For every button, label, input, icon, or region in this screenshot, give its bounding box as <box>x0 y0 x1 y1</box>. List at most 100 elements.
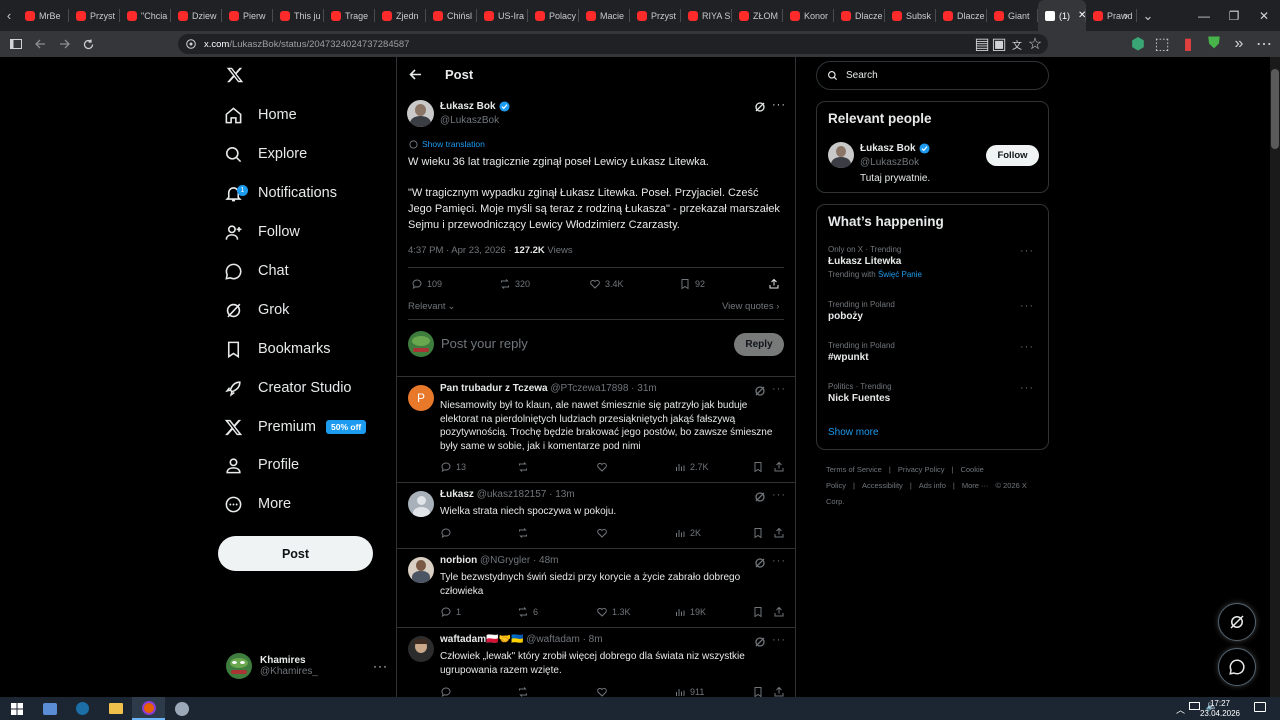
reply-item[interactable]: norbion @NGrygler · 48m ··· Tyle bezwsty… <box>397 549 795 628</box>
trend-item[interactable]: Trending in Poland #wpunkt ··· <box>828 341 1040 363</box>
close-window-icon[interactable]: ✕ <box>1248 0 1280 31</box>
reply-handle[interactable]: @ukasz182157 <box>477 489 547 500</box>
reply-comment-action[interactable] <box>440 686 452 697</box>
browser-tab[interactable]: This ju <box>273 0 324 31</box>
tab-close-icon[interactable]: ✕ <box>1078 10 1086 21</box>
forward-icon[interactable] <box>52 31 76 57</box>
browser-tab[interactable]: Macie <box>579 0 630 31</box>
more-tools-icon[interactable]: » <box>1231 35 1247 52</box>
firefox-icon[interactable] <box>132 697 165 720</box>
like-action[interactable]: 3.4K <box>589 278 624 290</box>
taskbar-app2-icon[interactable] <box>165 697 198 720</box>
address-bar[interactable]: x.com/LukaszBok/status/20473240247372845… <box>178 34 1048 54</box>
minimize-icon[interactable]: — <box>1188 0 1220 31</box>
nav-profile[interactable]: Profile <box>224 450 299 480</box>
reply-author[interactable]: Pan trubadur z Tczewa <box>440 383 548 394</box>
browser-tab[interactable]: Zjedn <box>375 0 426 31</box>
reply-more-icon[interactable]: ··· <box>772 634 786 646</box>
browser-tab[interactable]: Dlacze <box>834 0 885 31</box>
notification-center-icon[interactable] <box>1254 702 1266 712</box>
reply-avatar[interactable] <box>408 491 434 517</box>
browser-menu-icon[interactable]: ⋯ <box>1256 36 1272 53</box>
reply-more-icon[interactable]: ··· <box>772 555 786 567</box>
grok-explain-icon[interactable] <box>754 557 766 569</box>
trend-more-icon[interactable]: ··· <box>1020 245 1034 257</box>
tab-scroll-right-icon[interactable]: › <box>1117 0 1135 31</box>
post-button[interactable]: Post <box>218 536 373 571</box>
browser-tab[interactable]: Trage <box>324 0 375 31</box>
footer-link[interactable]: Terms of Service <box>826 465 882 474</box>
bookmark-action[interactable]: 92 <box>679 278 705 290</box>
browser-tab[interactable]: "Chcia <box>120 0 171 31</box>
browser-tab[interactable]: Chińsl <box>426 0 477 31</box>
reply-repost-action[interactable] <box>517 686 529 697</box>
reply-more-icon[interactable]: ··· <box>772 383 786 395</box>
messages-floating-button[interactable] <box>1218 648 1256 686</box>
reply-like-action[interactable] <box>596 461 608 473</box>
reply-like-action[interactable] <box>596 686 608 697</box>
browser-tab[interactable]: MrBe <box>18 0 69 31</box>
x-logo-icon[interactable] <box>226 66 244 84</box>
extension-badge-icon[interactable]: ▮ <box>1180 36 1196 53</box>
nav-bookmarks[interactable]: Bookmarks <box>224 334 331 364</box>
browser-tab[interactable]: Dziew <box>171 0 222 31</box>
immersive-reader-icon[interactable]: ▣ <box>991 36 1007 53</box>
reply-like-action[interactable] <box>596 527 608 539</box>
reply-comment-action[interactable] <box>440 527 452 539</box>
sort-dropdown[interactable]: Relevant ⌄ <box>408 301 455 312</box>
post-more-icon[interactable]: ··· <box>772 99 786 111</box>
tab-list-dropdown-icon[interactable]: ⌄ <box>1139 0 1157 31</box>
repost-action[interactable]: 320 <box>499 278 530 290</box>
clock[interactable]: 17:27 23.04.2026 <box>1200 699 1240 719</box>
reply-handle[interactable]: @waftadam <box>526 634 580 645</box>
reply-views-action[interactable]: 2K <box>674 527 701 539</box>
nav-home[interactable]: Home <box>224 100 297 130</box>
footer-link[interactable]: Privacy Policy <box>898 465 945 474</box>
nav-follow[interactable]: Follow <box>224 217 300 247</box>
reply-bookmark-action[interactable] <box>752 461 764 473</box>
reply-author[interactable]: norbion <box>440 555 477 566</box>
footer-link[interactable]: More ··· <box>962 481 989 490</box>
reply-handle[interactable]: @NGrygler <box>480 555 530 566</box>
browser-tab[interactable]: Przyst <box>69 0 120 31</box>
reply-comment-action[interactable]: 13 <box>440 461 466 473</box>
browser-tab[interactable]: Subsk <box>885 0 936 31</box>
reply-bookmark-action[interactable] <box>752 527 764 539</box>
trend-with-link[interactable]: Święć Panie <box>878 270 922 279</box>
trend-item[interactable]: Politics · Trending Nick Fuentes ··· <box>828 382 1040 404</box>
reply-views-action[interactable]: 911 <box>674 686 704 697</box>
trend-item[interactable]: Only on X · Trending Łukasz Litewka Tren… <box>828 245 1040 279</box>
reply-author[interactable]: Łukasz <box>440 489 474 500</box>
reply-item[interactable]: P Pan trubadur z Tczewa @PTczewa17898 · … <box>397 377 795 483</box>
author-handle[interactable]: @LukaszBok <box>440 115 499 126</box>
browser-tab[interactable]: Konor <box>783 0 834 31</box>
reply-like-action[interactable]: 1.3K <box>596 606 631 618</box>
nav-grok[interactable]: Grok <box>224 295 289 325</box>
account-menu-icon[interactable]: ··· <box>373 659 388 673</box>
reply-share-action[interactable] <box>773 686 785 697</box>
nav-more[interactable]: More <box>224 489 291 519</box>
person-avatar[interactable] <box>828 142 854 168</box>
reply-item[interactable]: waftadam🇵🇱🤝🇺🇦 @waftadam · 8m ··· Człowie… <box>397 628 795 697</box>
browser-tab[interactable]: Dlacze <box>936 0 987 31</box>
account-switcher[interactable]: Khamires @Khamires_ ··· <box>226 648 388 684</box>
translate-icon[interactable]: 文 <box>1009 36 1025 52</box>
reply-action[interactable]: 109 <box>411 278 442 290</box>
trend-more-icon[interactable]: ··· <box>1020 382 1034 394</box>
reply-repost-action[interactable] <box>517 527 529 539</box>
reply-repost-action[interactable] <box>517 461 529 473</box>
site-info-icon[interactable] <box>186 39 196 49</box>
network-icon[interactable] <box>1189 702 1200 710</box>
nav-chat[interactable]: Chat <box>224 256 289 286</box>
browser-tab[interactable]: ZŁOM <box>732 0 783 31</box>
view-quotes-link[interactable]: View quotes › <box>722 301 779 312</box>
trend-more-icon[interactable]: ··· <box>1020 341 1034 353</box>
scrollbar-thumb[interactable] <box>1271 69 1279 149</box>
reply-more-icon[interactable]: ··· <box>772 489 786 501</box>
reply-input[interactable]: Post your reply <box>441 336 528 351</box>
trend-more-icon[interactable]: ··· <box>1020 300 1034 312</box>
browser-tab[interactable]: RIYA S <box>681 0 732 31</box>
favorite-star-icon[interactable]: ☆ <box>1027 36 1043 53</box>
grok-explain-icon[interactable] <box>754 491 766 503</box>
reply-share-action[interactable] <box>773 527 785 539</box>
